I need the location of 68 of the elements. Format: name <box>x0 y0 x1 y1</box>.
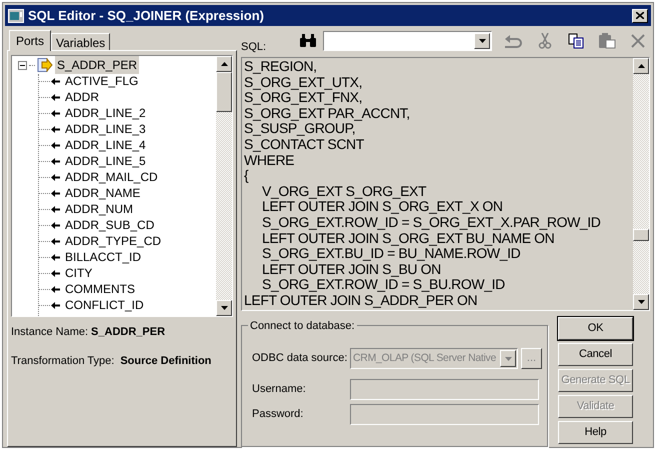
caret-icon <box>638 64 644 68</box>
sql-label: SQL: <box>241 40 268 55</box>
window-title: SQL Editor - SQ_JOINER (Expression) <box>28 6 265 25</box>
caret-icon <box>478 39 486 43</box>
dialog-button[interactable]: OK <box>558 317 633 340</box>
scroll-down-button[interactable] <box>216 300 232 316</box>
tree-item[interactable]: CONFLICT_ID <box>64 296 145 314</box>
tree-item[interactable]: S_ADDR_PER <box>55 56 140 74</box>
sql-line: S_ORG_EXT.ROW_ID = S_BU.ROW_ID <box>261 277 506 293</box>
scroll-up-button[interactable] <box>216 56 232 72</box>
tree-item[interactable]: ADDR_MAIL_CD <box>64 168 159 186</box>
tree-item[interactable]: ACTIVE_FLG <box>64 72 140 90</box>
tab[interactable]: Ports <box>9 30 52 51</box>
dialog-button[interactable]: Cancel <box>558 343 633 366</box>
caret-icon <box>504 356 512 360</box>
username-label: Username: <box>252 382 307 398</box>
sql-line: S_ORG_EXT_FNX, <box>244 90 364 106</box>
collapse-icon[interactable] <box>18 60 27 70</box>
scroll-down-button[interactable] <box>633 294 649 310</box>
transformation-type: Source Definition <box>120 354 212 369</box>
tree-item[interactable]: ADDR_TYPE_CD <box>64 232 162 250</box>
caret-icon <box>220 62 228 66</box>
close-icon <box>636 12 644 19</box>
dialog-button[interactable]: Help <box>558 421 633 444</box>
password-label: Password: <box>252 407 304 422</box>
tree-item[interactable]: ADDR_LINE_4 <box>64 136 147 154</box>
app-icon <box>8 8 24 22</box>
tree-item[interactable]: ADDR_SUB_CD <box>64 216 156 234</box>
instance-name: S_ADDR_PER <box>91 324 166 340</box>
tree-item[interactable]: ADDR_NAME <box>64 184 142 202</box>
scroll-thumb[interactable] <box>633 229 649 241</box>
scroll-thumb[interactable] <box>216 72 232 112</box>
field-label: Instance Name: <box>11 324 88 340</box>
sql-line: S_ORG_EXT.ROW_ID = S_ORG_EXT_X.PAR_ROW_ID <box>261 214 602 231</box>
tab[interactable]: Variables <box>51 33 110 51</box>
tree-item[interactable]: ADDR_LINE_3 <box>64 120 147 138</box>
source-table-icon <box>37 58 53 72</box>
sql-line: LEFT OUTER JOIN S_BU ON <box>261 262 441 278</box>
close-button[interactable] <box>632 8 648 22</box>
tree-item[interactable]: ADDR <box>64 88 100 106</box>
sql-line: S_ORG_EXT_UTX, <box>244 74 364 90</box>
tree-item[interactable]: COMMENTS <box>64 280 136 298</box>
sql-line: S_ORG_EXT.BU_ID = BU_NAME.ROW_ID <box>261 246 520 262</box>
binoculars-icon[interactable] <box>299 34 317 48</box>
sql-line: S_ORG_EXT PAR_ACCNT, <box>244 106 411 122</box>
sql-line: V_ORG_EXT S_ORG_EXT <box>261 184 428 200</box>
sql-editor[interactable] <box>241 57 650 311</box>
sql-line: S_SUSP_GROUP, <box>244 121 356 137</box>
tree-item[interactable]: BILLACCT_ID <box>64 248 142 266</box>
tree-item[interactable]: ADDR_LINE_2 <box>64 104 147 122</box>
vertical-scrollbar[interactable] <box>633 58 649 310</box>
sql-line: LEFT OUTER JOIN S_ADDR_PER ON <box>244 292 478 308</box>
sql-line: LEFT OUTER JOIN S_ORG_EXT BU_NAME ON <box>261 230 554 246</box>
sql-line: WHERE <box>244 152 294 168</box>
scroll-up-button[interactable] <box>633 58 649 74</box>
caret-icon <box>638 300 644 304</box>
sql-line: S_CONTACT SCNT <box>244 136 365 153</box>
caret-icon <box>220 306 228 310</box>
tree-item[interactable]: ADDR_NUM <box>64 200 134 218</box>
vertical-scrollbar[interactable] <box>216 56 232 316</box>
tree-item[interactable]: ADDR_LINE_5 <box>64 152 147 170</box>
field-label: Transformation Type: <box>11 354 114 369</box>
sql-line: { <box>244 168 250 184</box>
search-combo[interactable] <box>323 31 492 51</box>
odbc-label: ODBC data source: <box>252 351 348 366</box>
sql-line: S_REGION, <box>244 59 318 75</box>
tree-item[interactable]: CITY <box>64 264 94 282</box>
sql-line: LEFT OUTER JOIN S_ORG_EXT_X ON <box>261 199 504 215</box>
